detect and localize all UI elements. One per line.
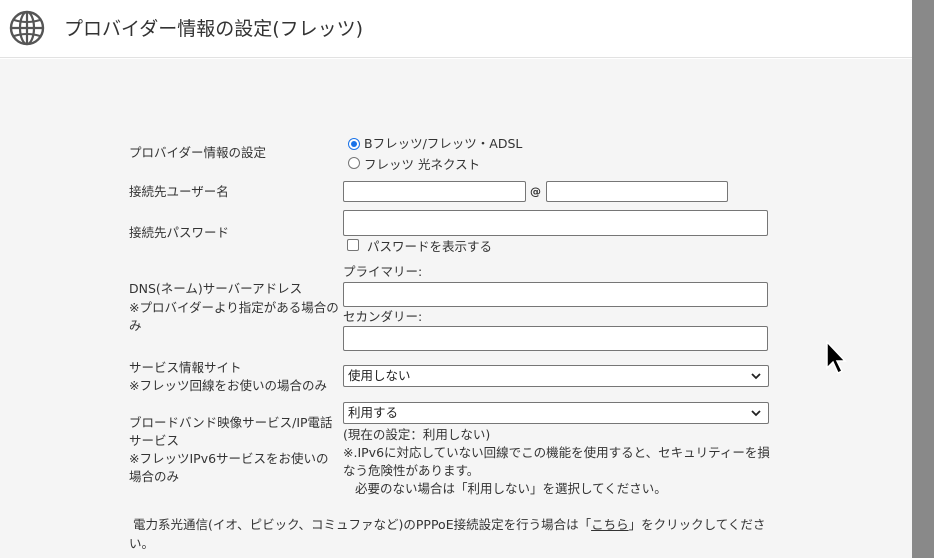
password-input[interactable] bbox=[343, 210, 768, 236]
kochira-link[interactable]: こちら bbox=[591, 517, 629, 532]
dns-label-line2: ※プロバイダーより指定がある場合の bbox=[129, 300, 339, 315]
dns-secondary-input[interactable] bbox=[343, 326, 768, 351]
radio-bflets-label[interactable]: Bフレッツ/フレッツ・ADSL bbox=[364, 135, 522, 153]
username-input[interactable] bbox=[343, 181, 526, 202]
dns-secondary-label: セカンダリー: bbox=[343, 309, 423, 324]
broadband-select-value: 利用する bbox=[348, 405, 399, 420]
dns-primary-input[interactable] bbox=[343, 282, 768, 307]
page-header: プロバイダー情報の設定(フレッツ) bbox=[0, 0, 912, 58]
dns-label-line3: み bbox=[129, 318, 142, 333]
password-label: 接続先パスワード bbox=[129, 225, 230, 240]
scrollbar[interactable] bbox=[912, 0, 934, 558]
pppoe-note-post: 」をクリックしてくださ bbox=[628, 517, 766, 532]
chevron-down-icon bbox=[751, 373, 761, 380]
broadband-select[interactable]: 利用する bbox=[343, 402, 769, 424]
radio-bflets[interactable] bbox=[348, 138, 360, 150]
mouse-cursor-icon bbox=[826, 340, 847, 375]
broadband-note-line1: ※.IPv6に対応していない回線でこの機能を使用すると、セキュリティーを損 bbox=[343, 445, 770, 460]
domain-input[interactable] bbox=[546, 181, 728, 202]
broadband-label-line1: ブロードバンド映像サービス/IP電話 bbox=[129, 415, 333, 430]
service-site-select-value: 使用しない bbox=[348, 368, 411, 383]
dns-primary-label: プライマリー: bbox=[343, 264, 423, 279]
radio-hikari-next-label[interactable]: フレッツ 光ネクスト bbox=[364, 156, 480, 174]
pppoe-note-line2: い。 bbox=[129, 536, 155, 551]
broadband-note-line3: 必要のない場合は「利用しない」を選択してください。 bbox=[355, 481, 667, 496]
radio-hikari-next[interactable] bbox=[348, 157, 360, 169]
show-password-label[interactable]: パスワードを表示する bbox=[367, 238, 492, 256]
show-password-checkbox[interactable] bbox=[347, 239, 359, 251]
pppoe-note-pre: 電力系光通信(イオ、ピビック、コミュファなど)のPPPoE接続設定を行う場合は「 bbox=[133, 517, 592, 532]
broadband-label-line3: ※フレッツIPv6サービスをお使いの bbox=[129, 451, 329, 466]
broadband-label-line4: 場合のみ bbox=[129, 469, 180, 484]
service-site-label-line2: ※フレッツ回線をお使いの場合のみ bbox=[129, 378, 327, 393]
broadband-label-line2: サービス bbox=[129, 433, 180, 448]
service-site-select[interactable]: 使用しない bbox=[343, 365, 769, 387]
provider-label: プロバイダー情報の設定 bbox=[129, 145, 267, 160]
at-sign: @ bbox=[530, 185, 541, 198]
username-label: 接続先ユーザー名 bbox=[129, 184, 229, 199]
pppoe-note: 電力系光通信(イオ、ピビック、コミュファなど)のPPPoE接続設定を行う場合は「… bbox=[133, 516, 765, 534]
settings-panel: プロバイダー情報の設定 Bフレッツ/フレッツ・ADSL フレッツ 光ネクスト 接… bbox=[0, 59, 912, 558]
service-site-label-line1: サービス情報サイト bbox=[129, 360, 242, 375]
chevron-down-icon bbox=[751, 410, 761, 417]
page-title: プロバイダー情報の設定(フレッツ) bbox=[64, 18, 364, 40]
broadband-current-setting: (現在の設定：利用しない) bbox=[343, 427, 491, 442]
broadband-note-line2: なう危険性があります。 bbox=[343, 463, 480, 478]
globe-icon bbox=[9, 10, 45, 46]
dns-label-line1: DNS(ネーム)サーバーアドレス bbox=[129, 281, 303, 296]
